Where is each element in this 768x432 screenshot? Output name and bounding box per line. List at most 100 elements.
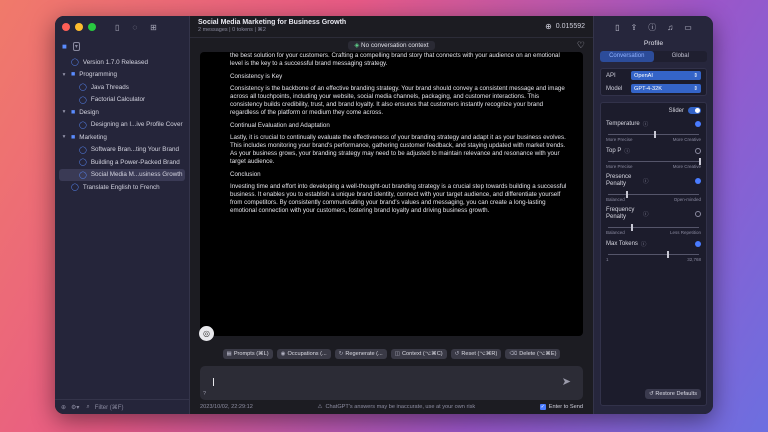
share-icon[interactable]: ⇪ — [631, 23, 638, 32]
action-button[interactable]: ↺ Reset (⌥⌘R) — [450, 349, 502, 359]
sidebar-item-label: Programming — [79, 71, 118, 79]
slider-scale: Balanced Open-minded — [606, 197, 701, 202]
chat-bubble-icon: ◯ — [79, 171, 87, 179]
sidebar-item-label: Version 1.7.0 Released — [82, 58, 148, 66]
parameter-slider[interactable] — [608, 224, 699, 231]
model-select[interactable]: GPT-4-32K ⇕ — [631, 84, 701, 93]
sidebar-footer: ⊕ ⚙▾ ⌕ Filter (⌘F) — [55, 399, 189, 414]
parameter-top-p: Top Pⓘ More Precise More Creative — [606, 147, 701, 169]
info-icon[interactable]: ⓘ — [624, 147, 630, 155]
chat-scroll-area[interactable]: the best solution for your customers. Cr… — [190, 52, 593, 345]
parameter-slider[interactable] — [608, 191, 699, 198]
parameter-slider[interactable] — [608, 131, 699, 138]
panel-toggle-icon[interactable]: ▭ — [684, 23, 692, 32]
slider-knob[interactable] — [667, 251, 670, 258]
tab-conversation[interactable]: Conversation — [600, 51, 654, 62]
disabled-indicator[interactable] — [695, 211, 701, 217]
chevron-down-icon[interactable]: ▾ — [61, 109, 67, 115]
sidebar-right-icon[interactable]: ▯ — [615, 23, 619, 32]
slider-knob[interactable] — [630, 224, 633, 231]
text-cursor — [213, 378, 214, 386]
close-window-button[interactable] — [62, 23, 70, 31]
profile-panel: ▯ ⇪ ⓘ ♫ ▭ Profile Conversation Global API… — [593, 16, 713, 414]
slider-knob[interactable] — [699, 158, 701, 165]
action-button[interactable]: ▦ Prompts (⌘L) — [222, 349, 273, 359]
sidebar-chat-item[interactable]: ◯ Building a Power-Packed Brand — [59, 156, 185, 169]
action-button-label: Prompts (⌘L) — [233, 351, 269, 357]
parameter-label: Max Tokens — [606, 241, 638, 247]
parameter-header: Max Tokens ⓘ — [606, 240, 701, 248]
sidebar-chat-item[interactable]: ◯ Factorial Calculator — [59, 94, 185, 107]
slider-knob[interactable] — [653, 131, 656, 138]
grid-icon: ▦ — [226, 351, 232, 357]
help-icon[interactable]: ? — [203, 391, 206, 397]
slider-scale: More Precise More Creative — [606, 164, 701, 169]
sidebar-chat-item[interactable]: ◯ Social Media M...usiness Growth — [59, 168, 185, 181]
sidebar-item-label: Designing an I...ive Profile Cover — [90, 121, 183, 129]
sidebar-folder[interactable]: ▾ ■ Marketing — [59, 131, 185, 144]
settings-icon[interactable]: ⚙▾ — [71, 404, 79, 411]
chat-bubble-icon: ◯ — [79, 84, 87, 92]
heart-icon[interactable]: ♡ — [577, 40, 585, 51]
context-pill[interactable]: ◈ No conversation context — [348, 40, 435, 50]
refresh-icon: ↻ — [338, 351, 344, 357]
sidebar-folder[interactable]: ▾ ■ Design — [59, 106, 185, 119]
parameter-presence-penalty: Presence Penalty ⓘ Balanced Open-minded — [606, 174, 701, 202]
parameter-max-tokens: Max Tokens ⓘ 1 32,768 — [606, 240, 701, 262]
minimize-window-button[interactable] — [75, 23, 83, 31]
action-button-label: Context (⌥⌘C) — [402, 351, 443, 357]
enabled-indicator[interactable] — [695, 121, 701, 127]
info-icon[interactable]: ⓘ — [641, 240, 647, 248]
slider-toggle[interactable] — [688, 107, 701, 114]
action-button[interactable]: ⌫ Delete (⌥⌘E) — [505, 349, 561, 359]
context-bar: ◈ No conversation context ♡ — [190, 38, 593, 52]
chevron-down-icon[interactable]: ▾ — [61, 72, 67, 78]
api-select[interactable]: OpenAI ⇕ — [631, 71, 701, 80]
parameter-slider[interactable] — [608, 158, 701, 165]
message-paragraph: the best solution for your customers. Cr… — [230, 52, 560, 68]
tab-global[interactable]: Global — [654, 51, 708, 62]
zoom-window-button[interactable] — [88, 23, 96, 31]
enabled-indicator[interactable] — [695, 241, 701, 247]
message-heading: Consistency is Key — [230, 72, 283, 80]
sidebar-chat-item[interactable]: ◯ Version 1.7.0 Released — [59, 56, 185, 69]
trash-icon: ⌫ — [509, 351, 518, 357]
sidebar-chat-item[interactable]: ◯ Software Bran...ting Your Brand — [59, 144, 185, 157]
message-input[interactable]: ➤ ? — [200, 366, 583, 400]
enabled-indicator[interactable] — [695, 178, 701, 184]
disabled-indicator[interactable] — [695, 148, 701, 154]
info-icon[interactable]: ⓘ — [648, 22, 656, 33]
scale-min-label: More Precise — [606, 137, 633, 142]
info-icon[interactable]: ⓘ — [643, 120, 649, 128]
sidebar-toggle-icon[interactable]: ▯ — [115, 23, 119, 32]
parameter-list: Temperature ⓘ More Precise More Creative Top… — [606, 120, 701, 262]
enter-to-send-checkbox[interactable]: ✓ — [539, 404, 546, 410]
info-icon[interactable]: ⓘ — [643, 210, 649, 218]
new-folder-icon[interactable]: ⊞ — [150, 23, 157, 32]
action-button[interactable]: ◫ Context (⌥⌘C) — [390, 349, 447, 359]
action-button-label: Occupations (... — [287, 351, 327, 357]
info-icon[interactable]: ⓘ — [643, 177, 649, 185]
new-chat-icon[interactable]: ◌ — [132, 23, 137, 32]
filter-input[interactable]: Filter (⌘F) — [95, 404, 124, 411]
slider-knob[interactable] — [626, 191, 629, 198]
sidebar-chat-item[interactable]: ◯ Translate English to French — [59, 181, 185, 194]
chevron-down-icon[interactable]: ▾ — [61, 134, 67, 140]
restore-defaults-button[interactable]: ↺ Restore Defaults — [645, 389, 701, 399]
action-button[interactable]: ◉ Occupations (... — [276, 349, 331, 359]
send-icon[interactable]: ➤ — [562, 375, 571, 388]
parameter-slider[interactable] — [608, 251, 699, 258]
chevron-down-icon[interactable]: ▾ — [72, 41, 80, 51]
sidebar-folder[interactable]: ▾ ■ Programming — [59, 69, 185, 82]
sidebar: ▯ ◌ ⊞ ■ ▾ ◯ Version 1.7.0 Released ▾ ■ Progr… — [55, 16, 190, 414]
bell-icon[interactable]: ♫ — [667, 23, 673, 32]
action-button[interactable]: ↻ Regenerate (... — [334, 349, 387, 359]
chat-stats: 2 messages | 0 tokens | ⌘2 — [198, 27, 266, 33]
add-icon[interactable]: ⊕ — [61, 404, 66, 411]
sidebar-chat-item[interactable]: ◯ Designing an I...ive Profile Cover — [59, 119, 185, 132]
warning-icon: ⚠ — [317, 404, 323, 410]
folder-icon[interactable]: ■ — [62, 42, 67, 51]
parameter-label: Temperature — [606, 121, 640, 127]
model-label: Model — [606, 85, 623, 92]
sidebar-chat-item[interactable]: ◯ Java Threads — [59, 81, 185, 94]
